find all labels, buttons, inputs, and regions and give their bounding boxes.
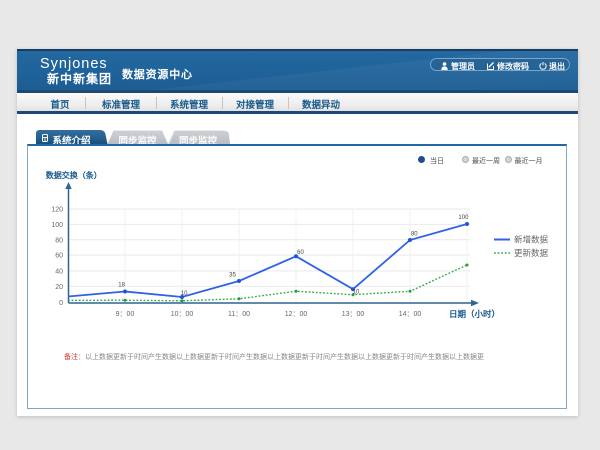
svg-text:0: 0 xyxy=(59,300,63,307)
svg-text:10: 10 xyxy=(181,291,188,297)
svg-text:数据交换（条）: 数据交换（条） xyxy=(46,170,102,180)
svg-text:80: 80 xyxy=(55,237,63,244)
svg-text:14：00: 14：00 xyxy=(399,311,422,318)
svg-text:80: 80 xyxy=(411,232,418,238)
svg-text:日期（小时）: 日期（小时） xyxy=(449,309,500,319)
svg-text:9：00: 9：00 xyxy=(116,311,135,318)
svg-text:11：00: 11：00 xyxy=(228,311,250,318)
svg-text:更新数据: 更新数据 xyxy=(514,248,549,258)
svg-text:40: 40 xyxy=(55,268,63,275)
svg-text:60: 60 xyxy=(55,253,63,260)
svg-text:20: 20 xyxy=(55,284,63,291)
svg-text:12：00: 12：00 xyxy=(285,311,308,318)
svg-text:18: 18 xyxy=(118,283,125,289)
svg-text:10：00: 10：00 xyxy=(171,311,194,318)
svg-text:35: 35 xyxy=(229,273,236,279)
svg-text:新增数据: 新增数据 xyxy=(514,235,549,245)
svg-text:120: 120 xyxy=(51,207,63,214)
svg-text:60: 60 xyxy=(297,250,304,256)
svg-text:100: 100 xyxy=(51,222,63,229)
svg-text:10: 10 xyxy=(353,290,360,296)
svg-text:100: 100 xyxy=(458,215,469,221)
svg-text:13：00: 13：00 xyxy=(342,311,365,318)
